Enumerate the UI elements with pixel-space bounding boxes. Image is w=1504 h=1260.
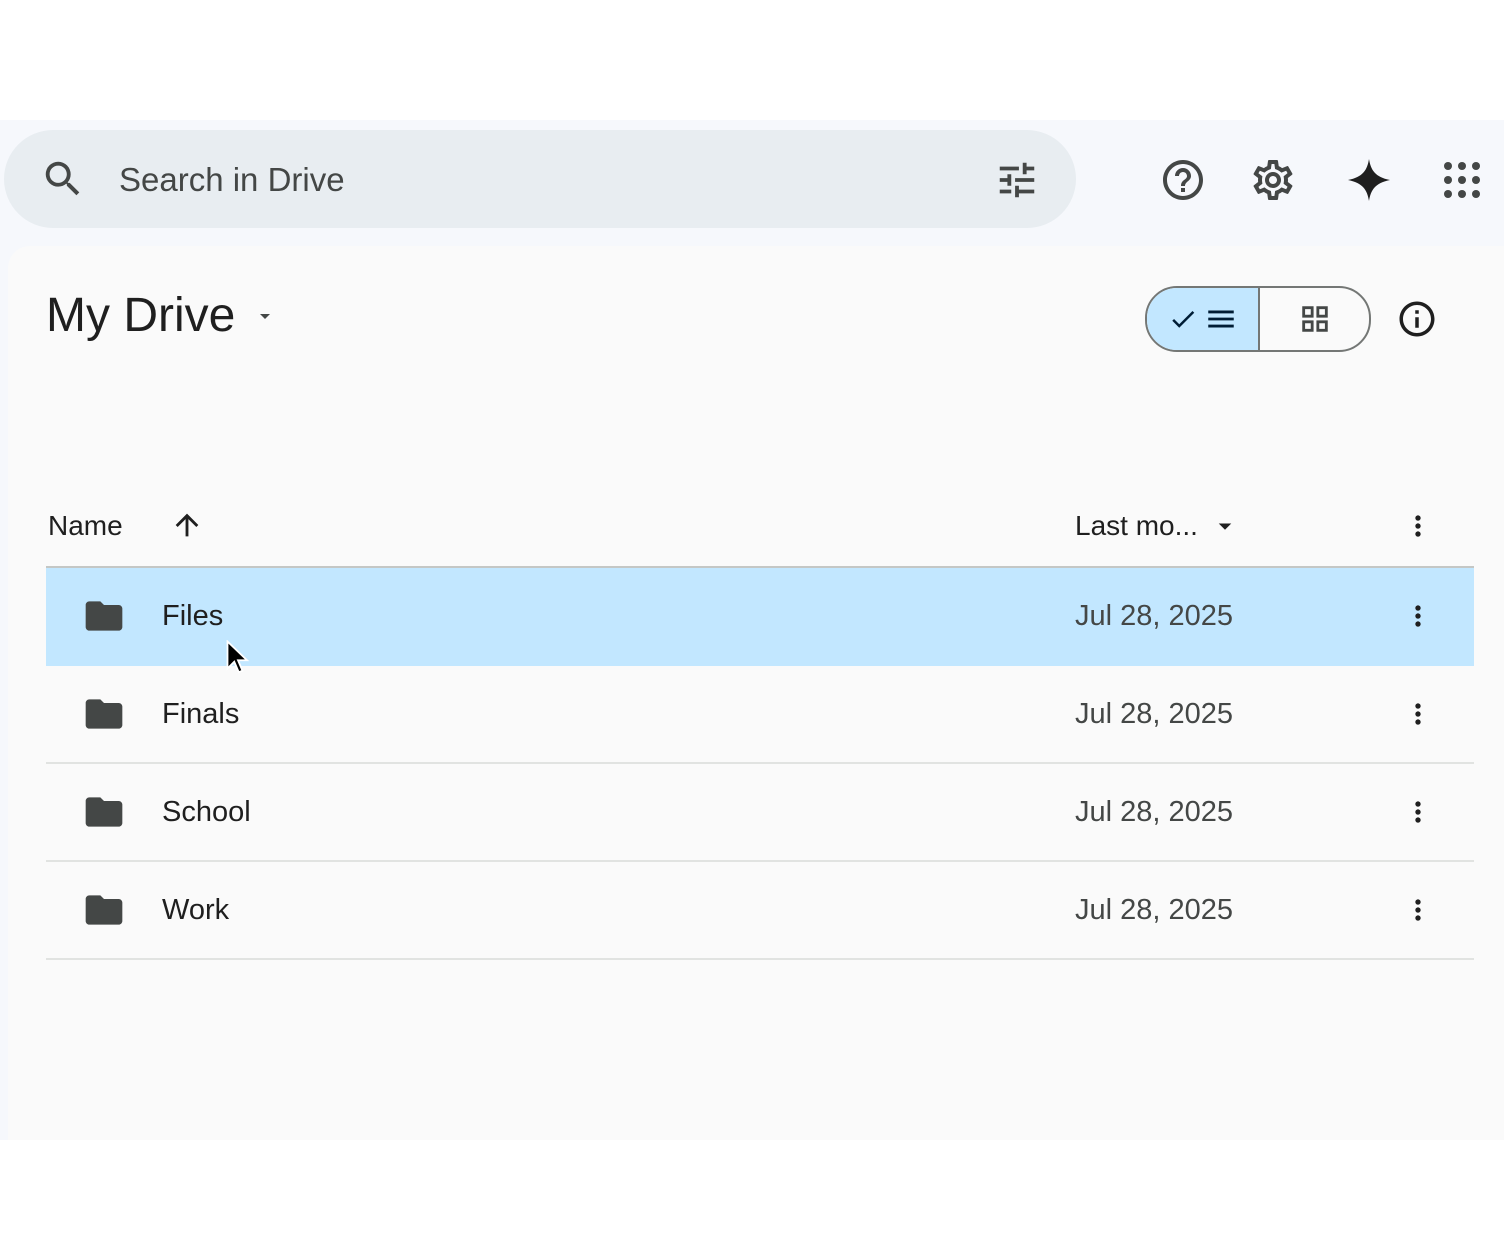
- file-name: Work: [162, 894, 230, 926]
- drive-app: Search in Drive My Drive Name Last mo...…: [0, 120, 1504, 1140]
- my-drive-menu-button[interactable]: My Drive: [46, 288, 277, 344]
- caret-down-icon: [1218, 523, 1232, 530]
- mouse-cursor-icon: [226, 640, 250, 674]
- folder-icon: [85, 699, 123, 729]
- apps-grid-icon[interactable]: [1438, 156, 1486, 204]
- more-vert-icon[interactable]: [1402, 600, 1434, 632]
- settings-icon[interactable]: [1249, 156, 1297, 204]
- more-vert-icon[interactable]: [1402, 698, 1434, 730]
- more-vert-icon[interactable]: [1402, 796, 1434, 828]
- grid-icon: [1301, 306, 1328, 332]
- table-row[interactable]: Finals Jul 28, 2025: [46, 666, 1474, 764]
- file-name: School: [162, 796, 251, 828]
- main-content: My Drive Name Last mo... Files Jul 28, 2…: [8, 246, 1504, 1140]
- table-row[interactable]: Work Jul 28, 2025: [46, 862, 1474, 960]
- file-list: Files Jul 28, 2025 Finals Jul 28, 2025 S…: [46, 568, 1474, 960]
- gemini-spark-icon[interactable]: [1345, 156, 1393, 204]
- help-icon[interactable]: [1159, 156, 1207, 204]
- column-header-name[interactable]: Name: [48, 510, 123, 542]
- more-vert-icon[interactable]: [1402, 894, 1434, 926]
- checkmark-icon: [1171, 310, 1194, 328]
- last-modified-label: Last mo...: [1075, 510, 1198, 541]
- modified-date: Jul 28, 2025: [1075, 698, 1234, 730]
- file-name: Finals: [162, 698, 240, 730]
- table-header: Name Last mo...: [46, 496, 1474, 566]
- list-view-button[interactable]: [1147, 288, 1260, 350]
- search-icon[interactable]: [40, 156, 86, 202]
- page-title: My Drive: [46, 289, 236, 342]
- view-toggle: [1145, 286, 1371, 352]
- search-input[interactable]: Search in Drive: [119, 160, 345, 200]
- folder-icon: [85, 601, 123, 631]
- folder-icon: [85, 895, 123, 925]
- table-row[interactable]: School Jul 28, 2025: [46, 764, 1474, 862]
- file-name: Files: [162, 600, 224, 632]
- info-icon[interactable]: [1396, 298, 1438, 340]
- modified-date: Jul 28, 2025: [1075, 600, 1234, 632]
- column-header-last-modified[interactable]: Last mo...: [1075, 510, 1240, 542]
- folder-icon: [85, 797, 123, 827]
- list-icon: [1207, 310, 1234, 328]
- more-vert-icon[interactable]: [1402, 510, 1434, 542]
- search-bar[interactable]: Search in Drive: [4, 130, 1076, 228]
- tune-icon[interactable]: [994, 157, 1040, 203]
- grid-view-button[interactable]: [1260, 288, 1369, 350]
- modified-date: Jul 28, 2025: [1075, 894, 1234, 926]
- sort-ascending-arrow-icon[interactable]: [170, 508, 204, 542]
- table-row[interactable]: Files Jul 28, 2025: [46, 568, 1474, 666]
- modified-date: Jul 28, 2025: [1075, 796, 1234, 828]
- caret-down-icon: [260, 314, 271, 319]
